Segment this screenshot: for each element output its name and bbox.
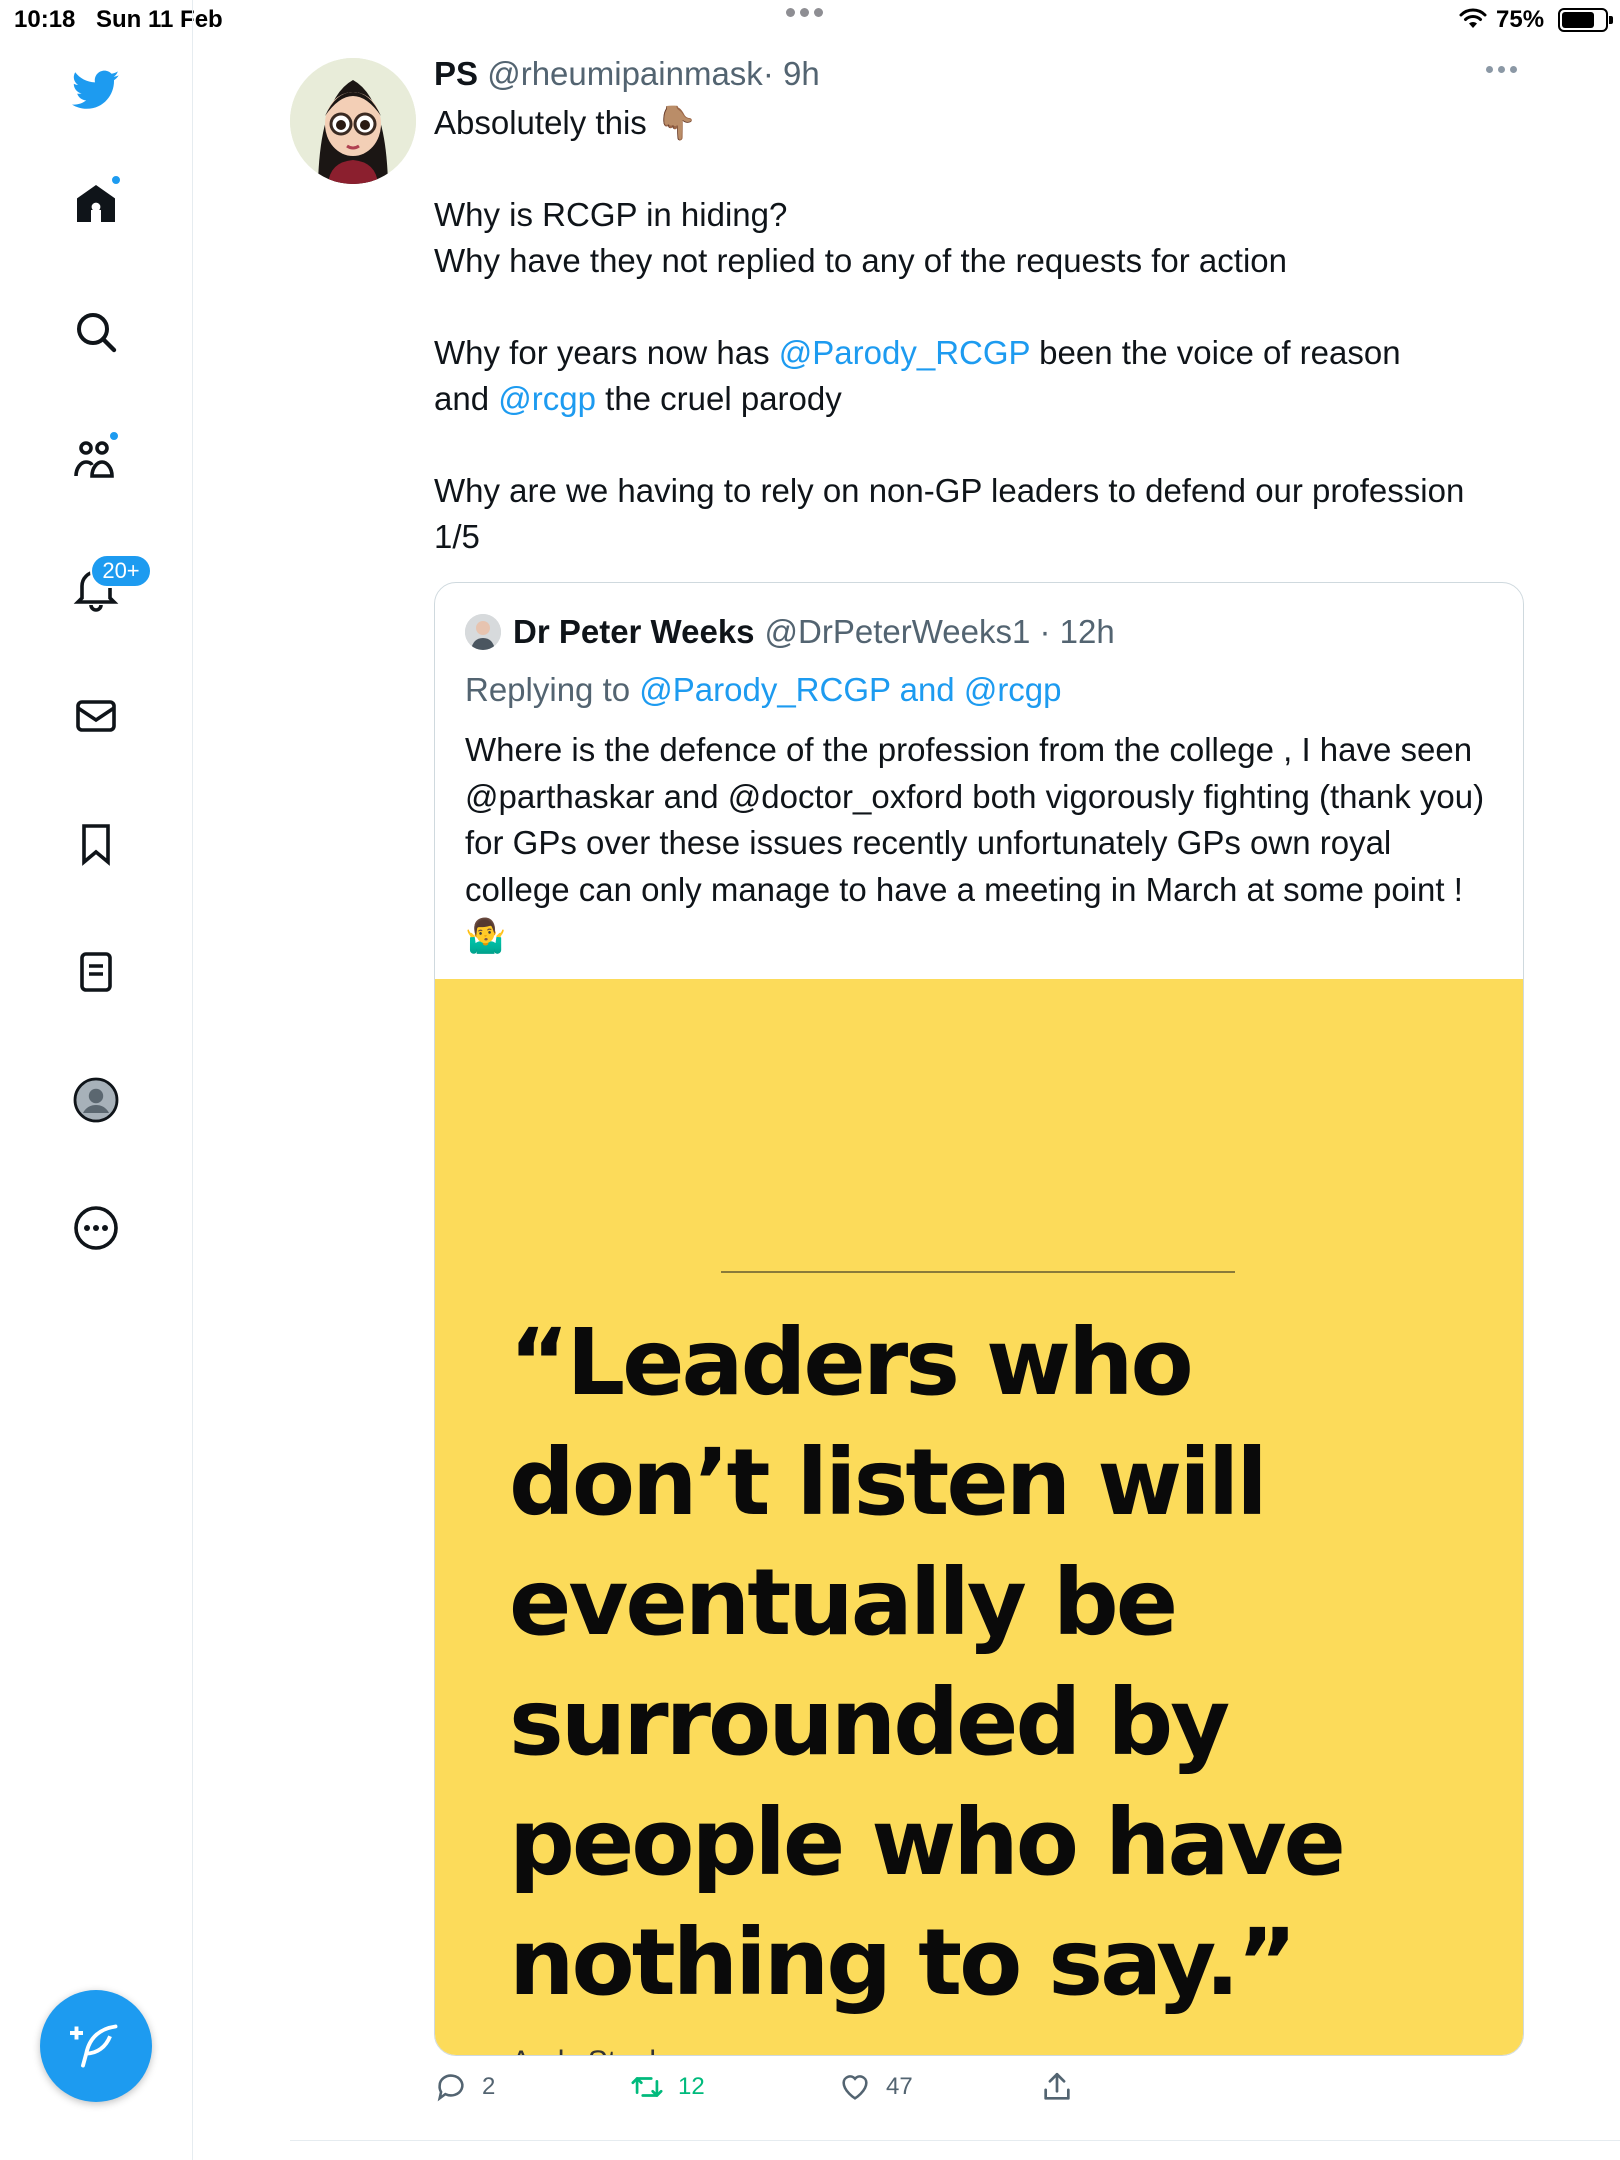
tweet-more-options-button[interactable] <box>1486 66 1517 73</box>
mention-link[interactable]: @Parody_RCGP <box>779 334 1030 371</box>
like-count: 47 <box>886 2073 913 2100</box>
tweet-line: Why have they not replied to any of the … <box>434 242 1287 279</box>
replying-to-text: Replying to @Parody_RCGP and @rcgp <box>465 671 1062 708</box>
replying-prefix: Replying to <box>465 671 640 708</box>
battery-percent: 75% <box>1496 6 1545 33</box>
battery-fill <box>1562 12 1594 28</box>
quoted-body: Where is the defence of the profession f… <box>465 731 1485 908</box>
share-button[interactable] <box>1040 2070 1074 2104</box>
notifications-badge: 20+ <box>90 554 152 588</box>
share-icon <box>1044 2072 1070 2100</box>
communities-dot <box>108 430 120 442</box>
tweet-divider <box>290 2140 1620 2141</box>
bookmark-icon[interactable] <box>66 814 126 874</box>
tweet-action-bar: 2 12 47 <box>434 2070 1544 2120</box>
shrug-emoji: 🤷‍♂️ <box>465 917 507 954</box>
quoted-author-handle: @DrPeterWeeks1 · 12h <box>764 613 1115 650</box>
mention-link[interactable]: @rcgp <box>498 380 596 417</box>
replying-mentions-link[interactable]: @Parody_RCGP and @rcgp <box>639 671 1061 708</box>
replying-to: Replying to @Parody_RCGP and @rcgp <box>465 671 1062 709</box>
quote-line: nothing to say.” <box>509 1909 1297 2016</box>
quoted-author-name: Dr Peter Weeks <box>513 613 755 650</box>
quoted-header: Dr Peter Weeks @DrPeterWeeks1 · 12h <box>465 613 1115 651</box>
reply-button[interactable]: 2 <box>434 2070 495 2104</box>
image-quote-text: “Leaders who don’t listen will eventuall… <box>509 1303 1469 2023</box>
battery-icon <box>1558 8 1613 32</box>
tweet-line: and <box>434 380 499 417</box>
pointing-down-emoji: 👇🏽 <box>655 104 698 141</box>
status-bar: 10:18 Sun 11 Feb 75% <box>0 0 1620 40</box>
quote-line: “Leaders who <box>509 1309 1194 1416</box>
search-icon[interactable] <box>66 302 126 362</box>
retweet-icon <box>631 2077 663 2097</box>
tweet-line: Why for years now has <box>434 334 779 371</box>
lists-icon[interactable] <box>66 942 126 1002</box>
image-rule-top <box>721 1271 1235 1273</box>
tweet-time[interactable]: · 9h <box>763 55 820 92</box>
quote-line: eventually be <box>509 1549 1178 1656</box>
quote-line: don’t listen will <box>509 1429 1268 1536</box>
profile-avatar-icon[interactable] <box>66 1070 126 1130</box>
tweet-line: Why is RCGP in hiding? <box>434 196 788 233</box>
twitter-logo-icon[interactable] <box>66 60 126 120</box>
compose-tweet-button[interactable] <box>40 1990 152 2102</box>
home-dot <box>110 174 122 186</box>
feather-plus-icon <box>70 2024 118 2068</box>
thread-counter: 1/5 <box>434 518 480 555</box>
quote-line: people who have <box>509 1789 1346 1896</box>
tweet-line: been the voice of reason <box>1029 334 1401 371</box>
like-button[interactable]: 47 <box>838 2070 913 2104</box>
quoted-author-avatar <box>465 614 501 650</box>
quote-line: surrounded by <box>509 1669 1230 1776</box>
tweet-line: Why are we having to rely on non-GP lead… <box>434 472 1465 509</box>
heart-icon <box>842 2075 868 2100</box>
quoted-tweet-card[interactable]: Dr Peter Weeks @DrPeterWeeks1 · 12h Repl… <box>434 582 1524 2056</box>
more-ellipsis-icon[interactable] <box>66 1198 126 1258</box>
tweet-line: the cruel parody <box>595 380 842 417</box>
communities-icon[interactable] <box>66 430 126 490</box>
tweet-line: Absolutely this <box>434 104 647 141</box>
retweet-count: 12 <box>678 2073 705 2100</box>
home-icon[interactable] <box>66 174 126 234</box>
quoted-text: Where is the defence of the profession f… <box>465 727 1495 960</box>
wifi-icon <box>1459 8 1487 28</box>
retweet-button[interactable]: 12 <box>630 2070 705 2104</box>
messages-envelope-icon[interactable] <box>66 686 126 746</box>
multitasking-dots-icon[interactable] <box>786 8 823 17</box>
reply-icon <box>437 2074 464 2102</box>
reply-count: 2 <box>482 2073 496 2100</box>
tweet-header: PS @rheumipainmask· 9h <box>434 55 820 93</box>
sidebar: 20+ <box>0 0 193 2160</box>
author-avatar[interactable] <box>290 58 416 184</box>
author-name[interactable]: PS <box>434 55 478 92</box>
tweet-text: Absolutely this 👇🏽 Why is RCGP in hiding… <box>434 100 1544 560</box>
author-handle[interactable]: @rheumipainmask <box>487 55 763 92</box>
image-quote-author: Andy Stanley <box>511 2045 688 2055</box>
